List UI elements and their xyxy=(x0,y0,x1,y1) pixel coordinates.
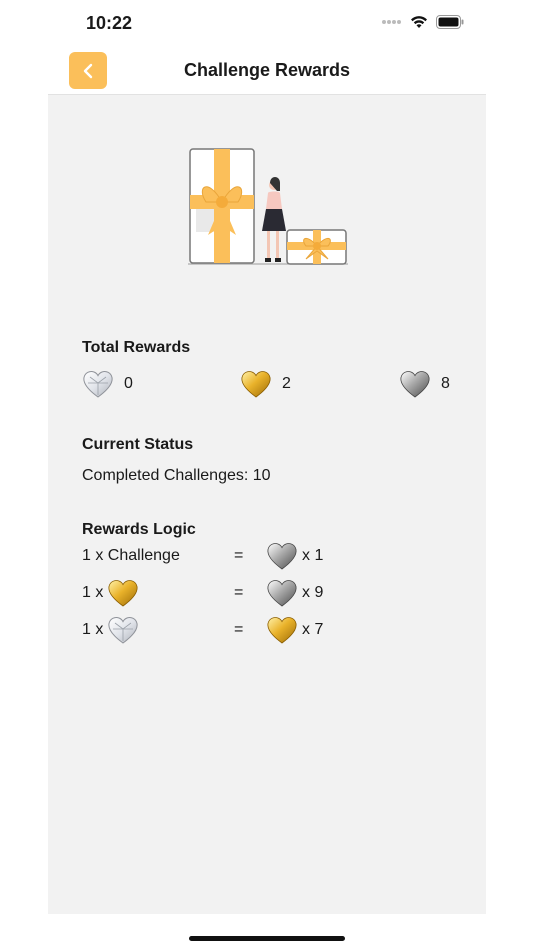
status-time: 10:22 xyxy=(86,13,133,33)
logic-row-gold: 1 x = x 9 xyxy=(82,576,382,610)
completed-challenges-text: Completed Challenges: 10 xyxy=(82,467,271,484)
reward-gold: 2 xyxy=(240,369,291,399)
total-rewards-title: Total Rewards xyxy=(82,339,191,356)
main-content: Total Rewards 0 2 8 Current Status Compl… xyxy=(48,95,486,914)
logic-rhs-text: x 1 xyxy=(302,547,324,564)
gold-heart-icon xyxy=(266,615,298,645)
navigation-bar: Challenge Rewards xyxy=(48,48,486,95)
rewards-logic-title: Rewards Logic xyxy=(82,521,196,538)
status-icons xyxy=(382,15,464,29)
home-indicator[interactable] xyxy=(189,936,345,941)
silver-heart-icon xyxy=(399,369,431,399)
diamond-heart-icon xyxy=(82,369,114,399)
diamond-heart-icon xyxy=(107,615,139,645)
logic-lhs-text: 1 x Challenge xyxy=(82,547,180,564)
logic-lhs-text: 1 x xyxy=(82,621,104,638)
reward-silver: 8 xyxy=(399,369,450,399)
current-status-title: Current Status xyxy=(82,436,194,453)
logic-rhs-text: x 7 xyxy=(302,621,324,638)
logic-equals: = xyxy=(234,621,244,638)
diamond-count: 0 xyxy=(124,375,133,392)
reward-diamond: 0 xyxy=(82,369,133,399)
battery-icon xyxy=(436,15,464,29)
status-bar: 10:22 xyxy=(0,0,534,48)
page-title: Challenge Rewards xyxy=(183,60,351,80)
logic-row-diamond: 1 x = x 7 xyxy=(82,613,382,647)
wifi-icon xyxy=(410,15,428,29)
gold-heart-icon xyxy=(240,369,272,399)
silver-heart-icon xyxy=(266,578,298,608)
logic-rhs-text: x 9 xyxy=(302,584,324,601)
logic-lhs-text: 1 x xyxy=(82,584,104,601)
silver-count: 8 xyxy=(441,375,450,392)
logic-equals: = xyxy=(234,547,244,564)
logic-equals: = xyxy=(234,584,244,601)
silver-heart-icon xyxy=(266,541,298,571)
gold-count: 2 xyxy=(282,375,291,392)
gold-heart-icon xyxy=(107,578,139,608)
gift-boxes-illustration xyxy=(188,147,348,267)
logic-row-challenge: 1 x Challenge = x 1 xyxy=(82,539,382,573)
cellular-signal-icon xyxy=(382,18,402,26)
